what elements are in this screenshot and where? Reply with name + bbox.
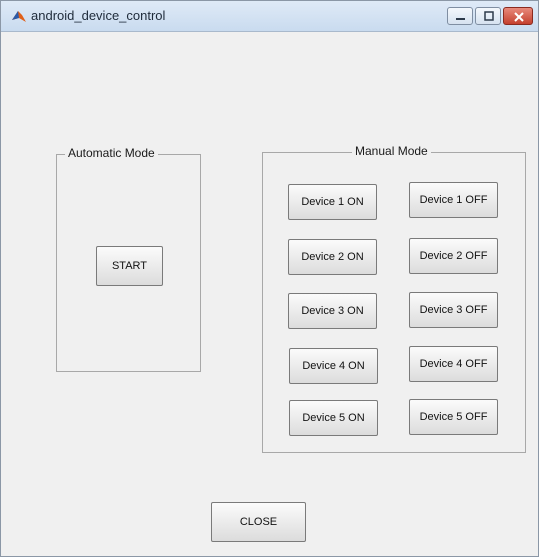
maximize-button[interactable] bbox=[475, 7, 501, 25]
device-4-on-button[interactable]: Device 4 ON bbox=[289, 348, 378, 384]
device-5-on-button[interactable]: Device 5 ON bbox=[289, 400, 378, 436]
device-5-off-button[interactable]: Device 5 OFF bbox=[409, 399, 498, 435]
device-3-on-button[interactable]: Device 3 ON bbox=[288, 293, 377, 329]
window-title: android_device_control bbox=[31, 8, 166, 23]
device-1-on-button[interactable]: Device 1 ON bbox=[288, 184, 377, 220]
device-4-off-button[interactable]: Device 4 OFF bbox=[409, 346, 498, 382]
start-button[interactable]: START bbox=[96, 246, 163, 286]
device-2-on-button[interactable]: Device 2 ON bbox=[288, 239, 377, 275]
title-bar[interactable]: android_device_control bbox=[1, 1, 538, 32]
automatic-mode-title: Automatic Mode bbox=[65, 146, 158, 160]
device-3-off-button[interactable]: Device 3 OFF bbox=[409, 292, 498, 328]
maximize-icon bbox=[484, 11, 494, 21]
matlab-icon bbox=[12, 11, 26, 22]
device-1-off-button[interactable]: Device 1 OFF bbox=[409, 182, 498, 218]
close-icon bbox=[514, 12, 524, 22]
close-window-button[interactable] bbox=[503, 7, 533, 25]
close-button[interactable]: CLOSE bbox=[211, 502, 306, 542]
minimize-icon bbox=[456, 18, 465, 20]
device-2-off-button[interactable]: Device 2 OFF bbox=[409, 238, 498, 274]
minimize-button[interactable] bbox=[447, 7, 473, 25]
app-window: android_device_control Automatic Mode ST… bbox=[0, 0, 539, 557]
manual-mode-title: Manual Mode bbox=[352, 144, 431, 158]
